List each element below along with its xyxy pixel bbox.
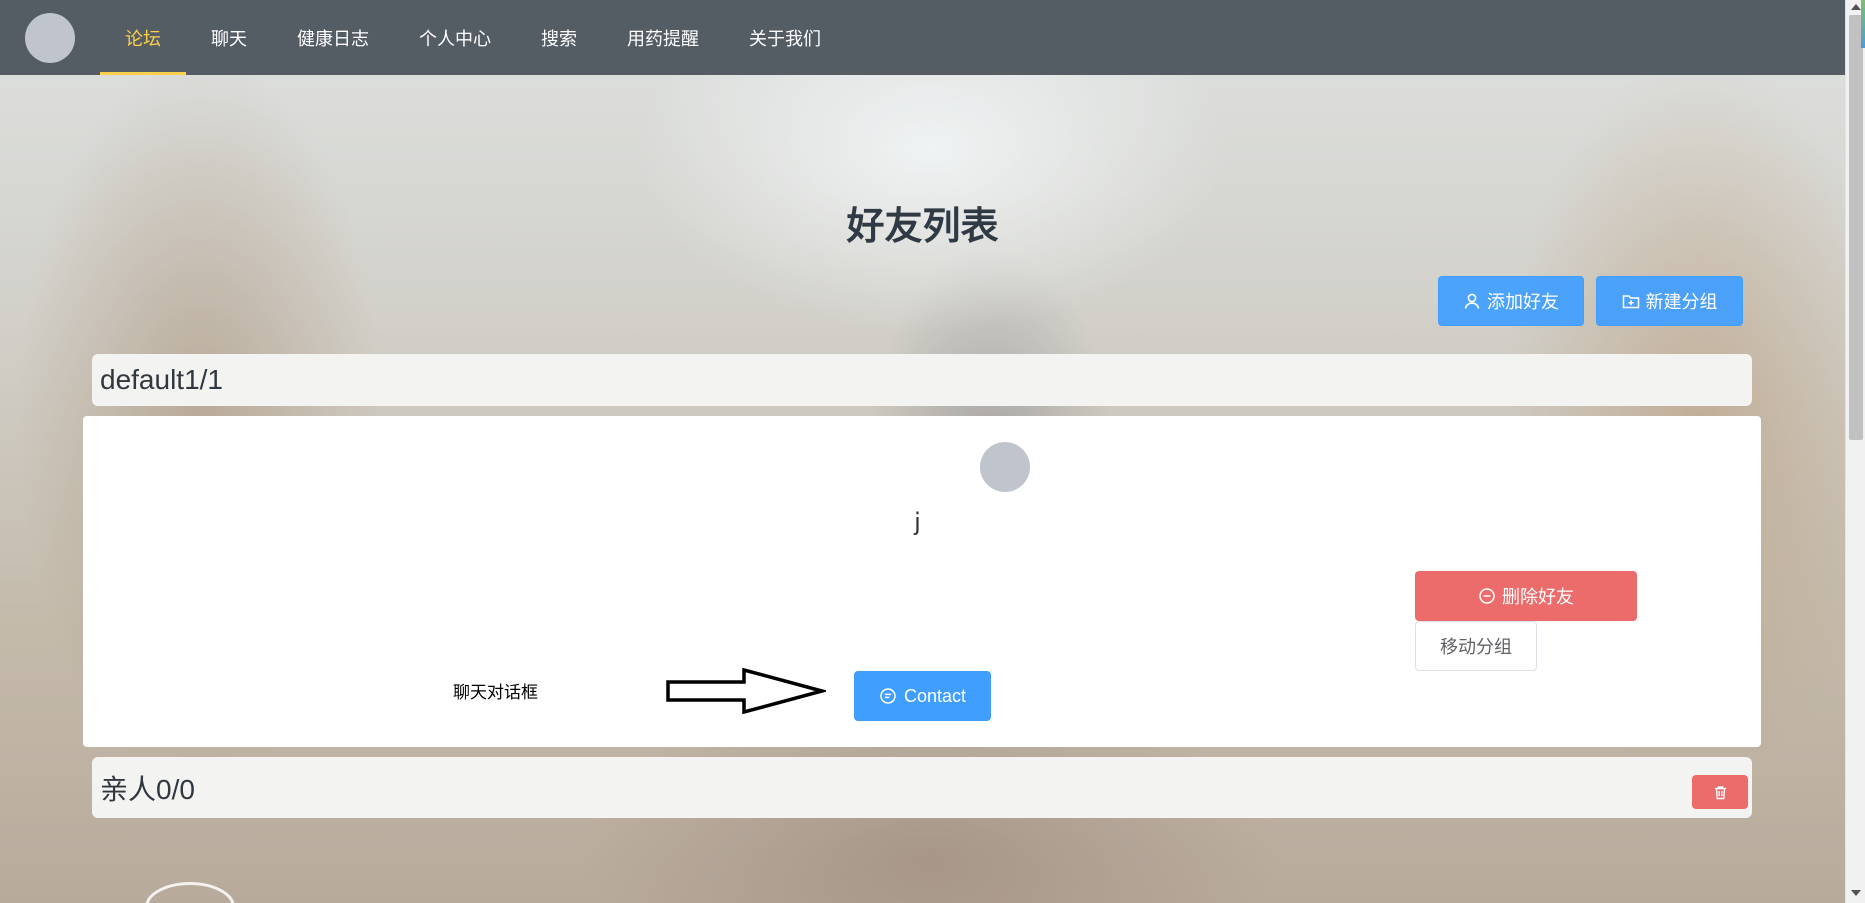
friend-avatar[interactable] (980, 442, 1030, 492)
friend-card: j 删除好友 移动分组 聊天对话框 Contact (83, 416, 1761, 747)
scroll-thumb[interactable] (1849, 15, 1863, 440)
delete-friend-label: 删除好友 (1502, 587, 1574, 608)
folder-add-icon (1622, 295, 1639, 309)
nav-item-medication-reminder[interactable]: 用药提醒 (602, 0, 724, 75)
page-title: 好友列表 (846, 204, 999, 248)
chat-bubble-icon (880, 688, 896, 704)
trash-icon (1714, 785, 1726, 799)
nav-item-personal-center[interactable]: 个人中心 (394, 0, 516, 75)
user-icon (1464, 293, 1480, 309)
group-header-family[interactable]: 亲人0/0 (92, 757, 1752, 818)
nav-item-chat[interactable]: 聊天 (186, 0, 272, 75)
nav-item-search[interactable]: 搜索 (516, 0, 602, 75)
top-navbar: 论坛 聊天 健康日志 个人中心 搜索 用药提醒 关于我们 (0, 0, 1845, 75)
new-group-label: 新建分组 (1645, 292, 1718, 313)
remove-circle-icon (1479, 588, 1495, 604)
scroll-down-icon[interactable] (1851, 890, 1861, 896)
contact-button[interactable]: Contact (854, 671, 991, 721)
friend-name: j (914, 508, 921, 536)
nav-item-health-log[interactable]: 健康日志 (272, 0, 394, 75)
user-avatar[interactable] (25, 13, 75, 63)
add-friend-button[interactable]: 添加好友 (1438, 276, 1584, 326)
annotation-label: 聊天对话框 (453, 683, 538, 703)
contact-label: Contact (903, 685, 967, 706)
move-group-label: 移动分组 (1440, 637, 1512, 658)
delete-friend-button[interactable]: 删除好友 (1415, 571, 1637, 621)
scroll-corner-indicator (1861, 0, 1865, 48)
group-title: default1/1 (100, 364, 223, 395)
group-title: 亲人0/0 (100, 773, 195, 805)
page-scrollbar[interactable] (1845, 0, 1865, 903)
nav-menu: 论坛 聊天 健康日志 个人中心 搜索 用药提醒 关于我们 (100, 0, 846, 75)
group-header-default[interactable]: default1/1 (92, 354, 1752, 406)
delete-group-button[interactable] (1692, 775, 1748, 809)
move-group-button[interactable]: 移动分组 (1415, 621, 1537, 671)
nav-item-about-us[interactable]: 关于我们 (724, 0, 846, 75)
nav-item-forum[interactable]: 论坛 (100, 0, 186, 75)
arrow-icon (666, 668, 826, 714)
new-group-button[interactable]: 新建分组 (1596, 276, 1743, 326)
add-friend-label: 添加好友 (1487, 292, 1559, 313)
scroll-up-icon[interactable] (1851, 4, 1861, 10)
